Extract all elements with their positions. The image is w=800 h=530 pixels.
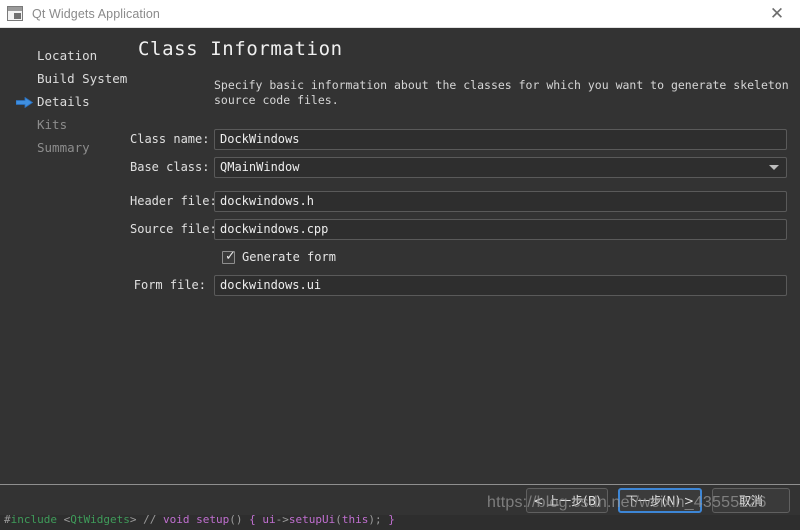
page-description: Specify basic information about the clas… xyxy=(214,78,789,107)
base-class-value: QMainWindow xyxy=(220,160,300,174)
sidebar-item-label: Details xyxy=(37,94,90,109)
wizard-step-sidebar: Location Build System Details Kits Summa… xyxy=(0,28,130,468)
sidebar-item-label: Location xyxy=(37,48,98,63)
generate-form-label: Generate form xyxy=(242,250,336,264)
background-editor-strip: #include <QtWidgets> // void setup() { u… xyxy=(0,515,800,530)
class-information-form: Class name: DockWindows Base class: QMai… xyxy=(130,128,800,302)
form-row-source-file: Source file: dockwindows.cpp xyxy=(130,218,800,240)
sidebar-item-build-system[interactable]: Build System xyxy=(0,67,130,90)
current-step-arrow-icon xyxy=(16,96,33,108)
sidebar-item-kits: Kits xyxy=(0,113,130,136)
watermark-text: https://blog.csdn.net/weixin_43555226 xyxy=(487,494,767,511)
sidebar-item-label: Summary xyxy=(37,140,90,155)
class-name-input[interactable]: DockWindows xyxy=(214,128,787,150)
generate-form-checkbox[interactable]: ✓ xyxy=(222,248,236,264)
qt-wizard-window: Qt Widgets Application ✕ Location Build … xyxy=(0,0,800,530)
background-code-line: #include <QtWidgets> // void setup() { u… xyxy=(4,515,395,526)
header-file-input[interactable]: dockwindows.h xyxy=(214,190,787,212)
check-icon: ✓ xyxy=(225,248,236,264)
class-name-label: Class name: xyxy=(130,132,210,146)
title-bar: Qt Widgets Application ✕ xyxy=(0,0,800,28)
sidebar-item-label: Kits xyxy=(37,117,68,132)
base-class-label: Base class: xyxy=(130,160,210,174)
form-row-class-name: Class name: DockWindows xyxy=(130,128,800,150)
source-file-input[interactable]: dockwindows.cpp xyxy=(214,218,787,240)
window-widget-icon xyxy=(7,6,23,21)
generate-form-row: ✓ Generate form xyxy=(130,246,800,268)
wizard-main-pane: Class Information Specify basic informat… xyxy=(130,28,800,468)
window-title: Qt Widgets Application xyxy=(32,6,160,21)
close-icon[interactable]: ✕ xyxy=(754,0,800,27)
form-row-form-file: Form file: dockwindows.ui xyxy=(130,274,800,296)
sidebar-item-summary: Summary xyxy=(0,136,130,159)
form-row-base-class: Base class: QMainWindow xyxy=(130,156,800,178)
form-file-input[interactable]: dockwindows.ui xyxy=(214,274,787,296)
page-title: Class Information xyxy=(138,38,343,60)
source-file-label: Source file: xyxy=(130,222,217,236)
form-file-label: Form file: xyxy=(133,278,206,292)
base-class-combobox[interactable]: QMainWindow xyxy=(214,156,787,178)
sidebar-item-label: Build System xyxy=(37,71,128,86)
chevron-down-icon xyxy=(769,165,779,170)
form-row-header-file: Header file: dockwindows.h xyxy=(130,190,800,212)
wizard-dialog: Location Build System Details Kits Summa… xyxy=(0,28,800,515)
sidebar-item-location[interactable]: Location xyxy=(0,44,130,67)
header-file-label: Header file: xyxy=(130,194,217,208)
sidebar-item-details[interactable]: Details xyxy=(0,90,130,113)
